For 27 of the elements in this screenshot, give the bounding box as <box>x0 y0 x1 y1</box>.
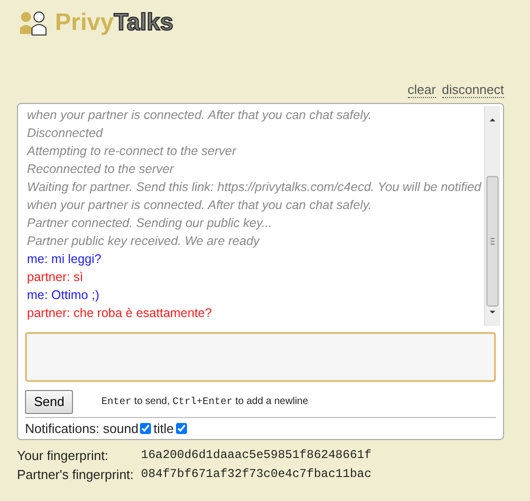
partner-message: partner: sì <box>27 269 84 286</box>
fingerprint-label: Partner's fingerprint: <box>17 466 135 484</box>
fingerprint-label: Your fingerprint: <box>17 446 110 464</box>
message-input[interactable] <box>25 332 496 382</box>
notifications-label: Notifications: <box>25 420 100 436</box>
system-message: Partner public key received. We are ready <box>27 233 261 250</box>
header-link[interactable]: clear <box>408 82 436 98</box>
fingerprint-value: 084f7bf671af32f73c0e4c7fbac11bac <box>141 466 372 482</box>
checkbox[interactable] <box>176 422 187 434</box>
system-message: when your partner is connected. After that you can chat safely. <box>27 107 373 124</box>
fingerprint-value: 16a200d6d1daaac5e59851f86248661f <box>141 446 372 464</box>
send-button[interactable]: Send <box>25 390 74 414</box>
scrollbar[interactable] <box>484 106 500 326</box>
checkbox[interactable] <box>140 422 152 434</box>
system-message: Partner connected. Sending our public key... <box>27 215 274 232</box>
partner-message: partner: che roba è esattamente? <box>27 305 213 322</box>
own-message: me: Ottimo ;) <box>27 287 100 304</box>
header-link[interactable]: disconnect <box>442 82 504 98</box>
system-message: Waiting for partner. Send this link: https://privytalks.com/c4ecd. You will be notified when your partner is connected. After that you can chat safely. <box>27 179 482 214</box>
option-label: title <box>153 420 174 436</box>
hint-text: Enter to send, Ctrl+Enter to add a newline <box>101 394 308 410</box>
system-message: Disconnected <box>27 125 104 142</box>
logo-text: PrivyTalks <box>55 8 174 38</box>
system-message: Attempting to re-connect to the server <box>27 143 238 160</box>
option-label: sound <box>103 420 138 436</box>
own-message: me: mi leggi? <box>27 251 102 268</box>
system-message: Reconnected to the server <box>27 161 175 178</box>
